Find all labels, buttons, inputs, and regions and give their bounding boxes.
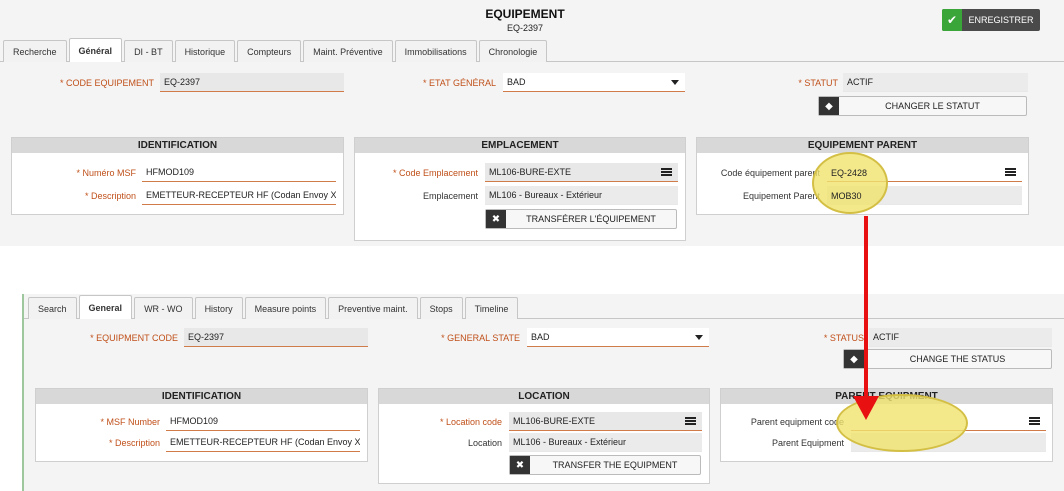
menu-icon[interactable] — [1005, 168, 1016, 176]
emplacement-label: Emplacement — [422, 191, 478, 201]
change-status-label-en: CHANGE THE STATUS — [909, 354, 1006, 364]
tab-general-en[interactable]: General — [78, 295, 133, 319]
tab-stops[interactable]: Stops — [419, 297, 463, 319]
tab-bar-fr: Recherche Général DI - BT Historique Com… — [3, 38, 549, 62]
etat-general-label: * ETAT GÉNÉRAL — [422, 78, 496, 88]
tab-compteurs[interactable]: Compteurs — [237, 40, 302, 62]
highlight-circle-fr — [812, 152, 888, 214]
emplacement-field: ML106 - Bureaux - Extérieur — [485, 186, 678, 205]
tab-immobilisations[interactable]: Immobilisations — [394, 40, 477, 62]
equipment-code-field[interactable]: EQ-2397 — [184, 328, 368, 347]
description-label-en: * Description — [108, 438, 160, 448]
general-state-label: * GENERAL STATE — [441, 333, 520, 343]
transfer-button[interactable]: ✖ TRANSFÉRER L'ÉQUIPEMENT — [485, 209, 677, 229]
close-icon: ✖ — [486, 210, 506, 228]
msf-number-field[interactable]: HFMOD109 — [166, 412, 360, 431]
chevron-down-icon — [695, 335, 703, 340]
save-button[interactable]: ✔ ENREGISTRER — [942, 9, 1040, 31]
tab-general[interactable]: Général — [68, 38, 123, 62]
cube-icon: ◆ — [844, 350, 864, 368]
msf-field[interactable]: HFMOD109 — [142, 163, 336, 182]
parent-label-en: Parent Equipment — [771, 438, 844, 448]
check-icon: ✔ — [942, 9, 962, 31]
parent-code-value: EQ-2428 — [831, 168, 868, 178]
change-status-button[interactable]: ◆ CHANGER LE STATUT — [818, 96, 1027, 116]
statut-label: * STATUT — [798, 78, 838, 88]
tab-recherche[interactable]: Recherche — [3, 40, 67, 62]
page-title: EQUIPEMENT — [485, 7, 565, 21]
identification-title: IDENTIFICATION — [12, 138, 343, 153]
msf-label: * Numéro MSF — [76, 168, 136, 178]
menu-icon[interactable] — [685, 417, 696, 425]
tab-preventive-maint[interactable]: Preventive maint. — [328, 297, 418, 319]
location-field: ML106 - Bureaux - Extérieur — [509, 433, 702, 452]
parent-value: MOB30 — [831, 191, 862, 201]
code-equipement-field[interactable]: EQ-2397 — [160, 73, 344, 92]
tab-bar-en: Search General WR - WO History Measure p… — [28, 295, 520, 319]
location-label: Location — [467, 438, 502, 448]
description-field-en[interactable]: EMETTEUR-RECEPTEUR HF (Codan Envoy X — [166, 433, 360, 452]
tab-history[interactable]: History — [194, 297, 243, 319]
close-icon: ✖ — [510, 456, 530, 474]
highlight-ellipse-en — [836, 394, 968, 452]
menu-icon[interactable] — [1029, 417, 1040, 425]
general-state-select[interactable]: BAD — [527, 328, 709, 347]
location-code-label: * Location code — [439, 417, 502, 427]
tab-chronologie[interactable]: Chronologie — [478, 40, 548, 62]
tab-wr-wo[interactable]: WR - WO — [134, 297, 193, 319]
location-title: LOCATION — [379, 389, 709, 404]
parent-title: EQUIPEMENT PARENT — [697, 138, 1028, 153]
location-code-value: ML106-BURE-EXTE — [513, 416, 596, 426]
code-equipement-label: * CODE EQUIPEMENT — [59, 78, 154, 88]
tab-search[interactable]: Search — [28, 297, 77, 319]
status-field: ACTIF — [869, 328, 1052, 347]
description-label: * Description — [84, 191, 136, 201]
status-label: * STATUS — [823, 333, 864, 343]
tab-historique[interactable]: Historique — [174, 40, 236, 62]
tab-timeline[interactable]: Timeline — [464, 297, 519, 319]
parent-code-label-en: Parent equipment code — [750, 417, 844, 427]
msf-number-label: * MSF Number — [100, 417, 160, 427]
transfer-label-en: TRANSFER THE EQUIPMENT — [552, 460, 678, 470]
change-status-label: CHANGER LE STATUT — [885, 101, 980, 111]
emplacement-title: EMPLACEMENT — [355, 138, 685, 153]
tab-measure-points[interactable]: Measure points — [244, 297, 327, 319]
identification-title-en: IDENTIFICATION — [36, 389, 367, 404]
tab-di-bt[interactable]: DI - BT — [124, 40, 173, 62]
tab-maint-preventive[interactable]: Maint. Préventive — [303, 40, 393, 62]
parent-label: Equipement Parent — [742, 191, 820, 201]
description-field[interactable]: EMETTEUR-RECEPTEUR HF (Codan Envoy X — [142, 186, 336, 205]
menu-icon[interactable] — [661, 168, 672, 176]
page-subtitle: EQ-2397 — [506, 23, 544, 33]
parent-code-label: Code équipement parent — [720, 168, 820, 178]
statut-field: ACTIF — [843, 73, 1028, 92]
save-button-label: ENREGISTRER — [968, 15, 1034, 25]
etat-general-value: BAD — [507, 77, 526, 87]
code-emplacement-field[interactable]: ML106-BURE-EXTE — [485, 163, 678, 182]
code-emplacement-value: ML106-BURE-EXTE — [489, 167, 572, 177]
location-code-field[interactable]: ML106-BURE-EXTE — [509, 412, 702, 431]
equipment-code-label: * EQUIPMENT CODE — [90, 333, 178, 343]
chevron-down-icon — [671, 80, 679, 85]
general-state-value: BAD — [531, 332, 550, 342]
change-status-button-en[interactable]: ◆ CHANGE THE STATUS — [843, 349, 1052, 369]
cube-icon: ◆ — [819, 97, 839, 115]
code-emplacement-label: * Code Emplacement — [392, 168, 478, 178]
transfer-button-en[interactable]: ✖ TRANSFER THE EQUIPMENT — [509, 455, 701, 475]
transfer-label: TRANSFÉRER L'ÉQUIPEMENT — [526, 214, 656, 224]
etat-general-select[interactable]: BAD — [503, 73, 685, 92]
